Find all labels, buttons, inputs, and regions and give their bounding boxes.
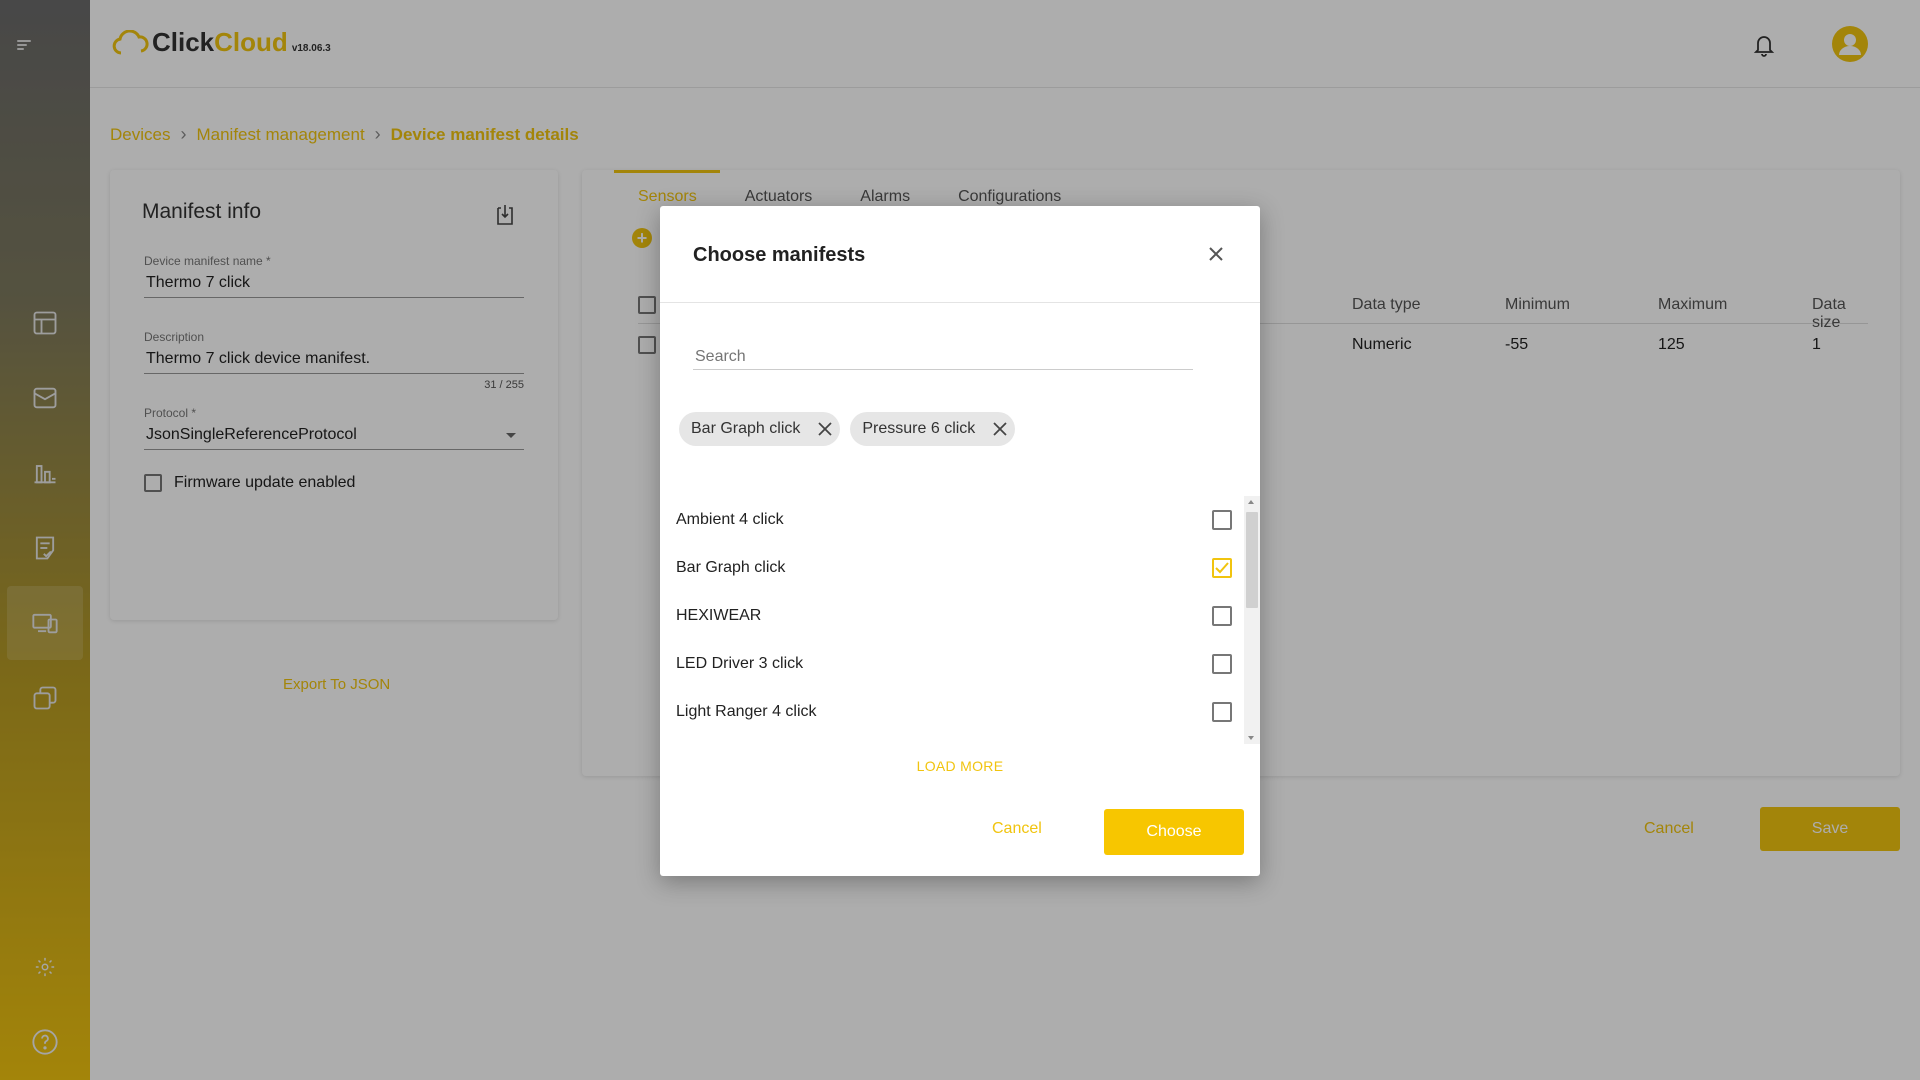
divider — [660, 302, 1260, 303]
chip-pressure-6-click: Pressure 6 click — [850, 412, 1016, 446]
list-item-checkbox[interactable] — [1212, 606, 1232, 626]
scrollbar-thumb[interactable] — [1246, 512, 1258, 608]
remove-chip-icon[interactable] — [818, 422, 833, 436]
manifest-list: Ambient 4 click Bar Graph click HEXIWEAR… — [660, 496, 1260, 744]
load-more-button[interactable]: LOAD MORE — [660, 758, 1260, 774]
chip-bar-graph-click: Bar Graph click — [679, 412, 841, 446]
search-input[interactable] — [695, 348, 1191, 366]
list-item-label: Bar Graph click — [676, 559, 786, 576]
dialog-cancel-button[interactable]: Cancel — [992, 820, 1042, 838]
list-item[interactable]: Bar Graph click — [676, 544, 1232, 592]
remove-chip-icon[interactable] — [993, 422, 1007, 436]
close-icon[interactable] — [1206, 244, 1226, 264]
list-item[interactable]: HEXIWEAR — [676, 592, 1232, 640]
list-item[interactable]: Light Ranger 4 click — [676, 688, 1232, 736]
dialog-title: Choose manifests — [693, 244, 866, 266]
list-item-checkbox[interactable] — [1212, 510, 1232, 530]
scroll-up-icon[interactable] — [1248, 500, 1254, 504]
checkmark-icon — [1215, 562, 1229, 574]
choose-manifests-dialog: Choose manifests Bar Graph click Pressur… — [660, 206, 1260, 876]
list-item-checkbox[interactable] — [1212, 654, 1232, 674]
list-item[interactable]: Ambient 4 click — [676, 496, 1232, 544]
list-item-checkbox[interactable] — [1212, 702, 1232, 722]
list-item[interactable]: LED Driver 3 click — [676, 640, 1232, 688]
scroll-down-icon[interactable] — [1248, 736, 1254, 740]
chip-label: Bar Graph click — [691, 420, 801, 437]
list-scrollbar[interactable] — [1244, 496, 1260, 744]
search-field[interactable] — [693, 340, 1193, 370]
dialog-choose-button[interactable]: Choose — [1104, 809, 1244, 855]
selected-chips: Bar Graph click Pressure 6 click — [679, 412, 1025, 446]
list-item-label: Ambient 4 click — [676, 511, 784, 528]
chip-label: Pressure 6 click — [862, 420, 976, 437]
list-item-label: Light Ranger 4 click — [676, 703, 817, 720]
list-item-label: HEXIWEAR — [676, 607, 762, 624]
list-item-checkbox[interactable] — [1212, 558, 1232, 578]
list-item-label: LED Driver 3 click — [676, 655, 804, 672]
